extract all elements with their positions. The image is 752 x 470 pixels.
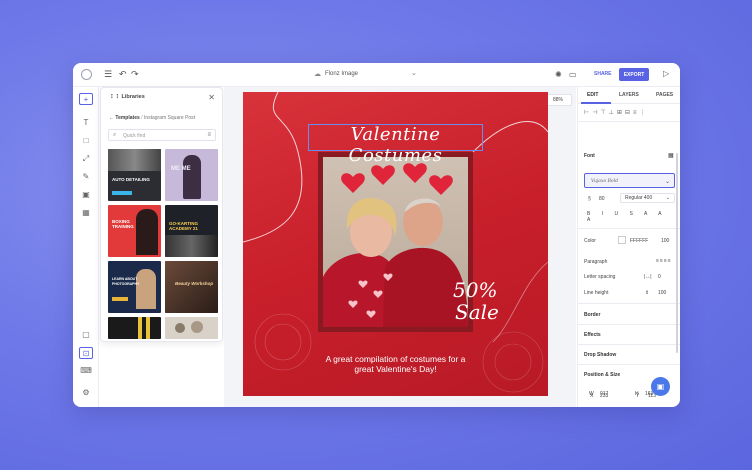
template-thumb[interactable]: BOXING TRAINING (108, 205, 161, 257)
panel-tabs: EDIT LAYERS PAGES (578, 87, 680, 104)
line-height-icon: ⇕ (645, 290, 650, 296)
color-opacity[interactable]: 100 (661, 238, 669, 244)
letter-spacing-value[interactable]: 0 (658, 274, 661, 280)
font-weight-select[interactable]: Regular 400 ⌄ (620, 193, 675, 203)
sale-word[interactable]: Sale (455, 300, 499, 324)
w-value[interactable]: 917 (600, 391, 608, 397)
shape-tool-icon[interactable]: □ (79, 135, 93, 147)
play-icon[interactable]: ▷ (663, 69, 669, 78)
h-label: H (635, 391, 639, 397)
help-icon[interactable]: ⚙ (79, 387, 93, 399)
search-input[interactable]: ⌕ Quick find ≡ (108, 129, 216, 141)
line-height-label: Line height (584, 290, 609, 296)
template-thumb[interactable]: LEARN ABOUT PHOTOGRAPHY (108, 261, 161, 313)
font-label: Font (584, 153, 595, 159)
zoom-level[interactable]: 88% (544, 94, 572, 106)
menu-icon[interactable]: ☰ (104, 69, 112, 80)
border-section[interactable]: Border (584, 312, 600, 318)
tab-pages[interactable]: PAGES (656, 92, 673, 98)
crumb-templates[interactable]: Templates (115, 115, 139, 121)
template-thumb[interactable]: Beauty Workshop (165, 261, 218, 313)
couple-illustration (323, 163, 468, 327)
template-thumb[interactable]: GO-KARTING ACADEMY 21 (165, 205, 218, 257)
cloud-icon: ☁ (314, 71, 321, 78)
filter-icon[interactable]: ≡ (207, 132, 211, 138)
keyboard-icon[interactable]: ⌨ (79, 365, 93, 377)
design-title[interactable]: Valentine Costumes (308, 124, 483, 166)
drop-shadow-section[interactable]: Drop Shadow (584, 352, 616, 358)
photo-inner (323, 157, 468, 327)
chevron-down-icon[interactable]: ⌄ (411, 69, 417, 77)
paragraph-label: Paragraph (584, 259, 608, 265)
pen-tool-icon[interactable]: ✎ (79, 171, 93, 183)
share-button[interactable]: SHARE (590, 68, 616, 80)
properties-panel: EDIT LAYERS PAGES ⊢⊣⊤⊥⊞⊟≡⋮ Font ▦ Vujaxo… (577, 87, 680, 407)
back-arrow-icon[interactable]: ← (109, 115, 114, 121)
templates-tool-icon[interactable]: ⊡ (79, 347, 93, 359)
line-tool-icon[interactable]: ⤢ (79, 153, 93, 165)
line-height-value[interactable]: 100 (658, 290, 666, 296)
image-tool-icon[interactable]: ▣ (79, 189, 93, 201)
color-hex[interactable]: FFFFFF (630, 238, 648, 244)
sale-percent[interactable]: 50% (453, 278, 497, 302)
effects-section[interactable]: Effects (584, 332, 601, 338)
add-element-icon[interactable]: + (79, 93, 93, 105)
editor-window: ☰ ↶ ↷ ☁ Flonz Image ⌄ ✺ ▭ SHARE EXPORT ▷… (73, 63, 680, 407)
font-family-select[interactable]: Vujaxo Bold ⌄ (584, 173, 675, 188)
libraries-title: ⋮⋮ Libraries (109, 94, 145, 100)
design-canvas[interactable]: Valentine Costumes 50% Sale A great comp… (243, 92, 548, 396)
redo-icon[interactable]: ↷ (131, 69, 139, 80)
chat-bubble-icon[interactable]: ▣ (651, 377, 670, 396)
color-swatch[interactable] (618, 236, 626, 244)
letter-spacing-label: Letter spacing (584, 274, 616, 280)
text-style-buttons[interactable]: B I U S A A A (587, 211, 680, 223)
chevron-down-icon: ⌄ (664, 179, 670, 185)
letter-spacing-icon: |↔| (644, 274, 652, 280)
undo-icon[interactable]: ↶ (119, 69, 127, 80)
tab-edit[interactable]: EDIT (587, 92, 598, 98)
color-label: Color (584, 238, 596, 244)
libraries-panel: ⋮⋮ Libraries ✕ ← Templates / Instagram S… (100, 87, 223, 342)
frame-tool-icon[interactable]: ▢ (79, 329, 93, 341)
close-icon[interactable]: ✕ (208, 93, 215, 102)
search-icon: ⌕ (113, 132, 117, 138)
export-button[interactable]: EXPORT (619, 68, 649, 81)
couple-photo[interactable] (318, 152, 473, 332)
comment-icon[interactable]: ▭ (569, 69, 577, 80)
design-caption[interactable]: A great compilation of costumes for a gr… (243, 354, 548, 374)
document-title[interactable]: ☁ Flonz Image (314, 70, 358, 78)
template-thumb[interactable]: ME ME (165, 149, 218, 201)
breadcrumb: ← Templates / Instagram Square Post (109, 115, 196, 121)
template-thumb[interactable] (165, 317, 218, 339)
crumb-current: Instagram Square Post (143, 115, 196, 121)
template-thumb[interactable] (108, 317, 161, 339)
alignment-toolbar[interactable]: ⊢⊣⊤⊥⊞⊟≡⋮ (584, 109, 648, 116)
paragraph-align-icons[interactable]: ≡≡≡≡ (656, 258, 672, 264)
w-label: W (589, 391, 594, 397)
font-grid-icon[interactable]: ▦ (668, 152, 674, 159)
settings-icon[interactable]: ✺ (555, 69, 562, 80)
top-bar: ☰ ↶ ↷ ☁ Flonz Image ⌄ ✺ ▭ SHARE EXPORT ▷ (73, 63, 680, 87)
panel-scrollbar[interactable] (676, 153, 678, 353)
template-thumb[interactable]: AUTO DETAILING (108, 149, 161, 201)
search-placeholder: Quick find (123, 133, 146, 139)
text-tool-icon[interactable]: T (79, 117, 93, 129)
app-logo-icon[interactable] (81, 69, 92, 80)
position-size-section[interactable]: Position & Size (584, 372, 620, 378)
tab-layers[interactable]: LAYERS (619, 92, 639, 98)
font-size-value[interactable]: 80 (599, 196, 605, 202)
font-size-icon: § (588, 196, 591, 202)
left-toolbar: + T □ ⤢ ✎ ▣ ▦ ▢ ⊡ ⌨ ⚙ (73, 87, 99, 407)
chevron-down-icon: ⌄ (665, 195, 670, 201)
grid-tool-icon[interactable]: ▦ (79, 207, 93, 219)
active-tab-indicator (581, 102, 611, 104)
